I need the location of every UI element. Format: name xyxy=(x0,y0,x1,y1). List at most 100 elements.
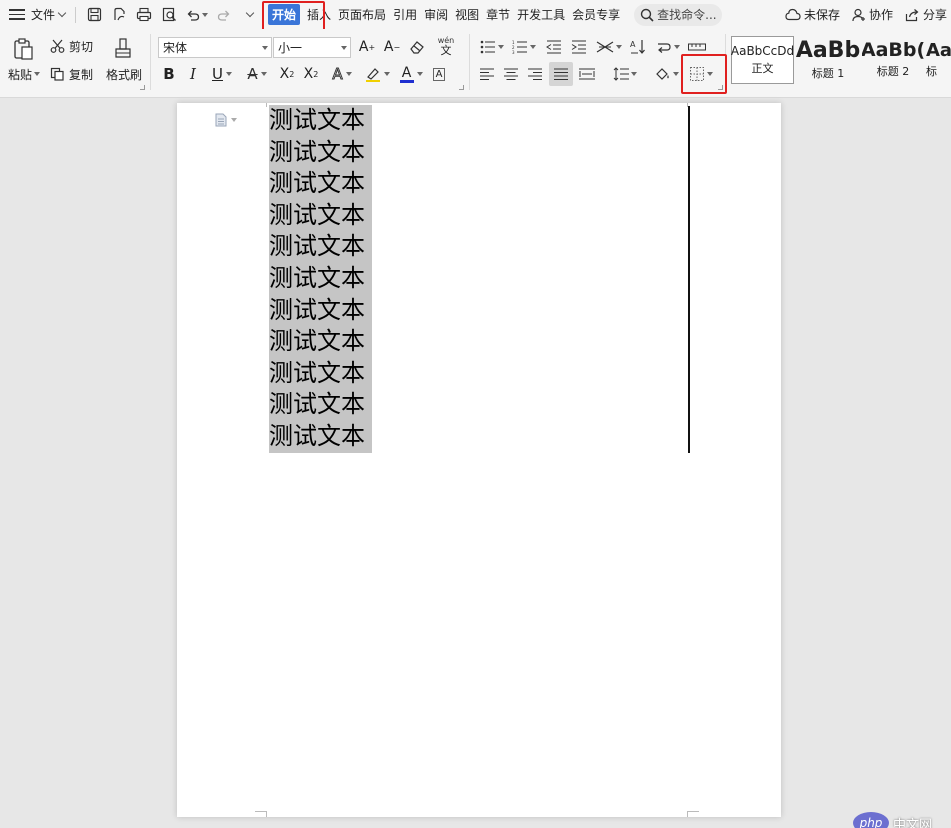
underline-button[interactable]: U xyxy=(208,64,236,84)
text-line[interactable]: 测试文本 xyxy=(269,389,372,421)
tab-review[interactable]: 审阅 xyxy=(424,6,448,23)
font-size-select[interactable]: 小一 xyxy=(273,37,351,58)
chevron-down-icon xyxy=(245,8,255,17)
selected-text-block[interactable]: 测试文本 测试文本 测试文本 测试文本 测试文本 测试文本 测试文本 测试文本 … xyxy=(269,105,372,453)
caret-down-icon xyxy=(262,46,268,50)
align-right-icon[interactable] xyxy=(526,64,544,84)
document-page[interactable]: 测试文本 测试文本 测试文本 测试文本 测试文本 测试文本 测试文本 测试文本 … xyxy=(177,103,781,817)
save-icon[interactable] xyxy=(84,5,104,25)
format-painter-icon[interactable] xyxy=(110,35,136,63)
caret-down-icon xyxy=(260,72,267,76)
caret-down-icon xyxy=(530,45,536,49)
bold-icon[interactable]: B xyxy=(160,64,178,84)
font-color-button[interactable]: A xyxy=(396,64,426,84)
paste-button[interactable]: 粘贴 xyxy=(5,66,43,82)
phonetic-guide-button[interactable]: wén 文 xyxy=(432,35,460,57)
show-paragraph-marks-button[interactable] xyxy=(654,37,682,57)
divider xyxy=(75,6,77,23)
superscript-icon[interactable]: X2 xyxy=(277,64,297,84)
font-name-select[interactable]: 宋体 xyxy=(158,37,272,58)
bullet-list-icon xyxy=(480,40,495,54)
menu-bar: 文件 开始 插入 页面布局 引用 审阅 视图 章节 开发工具 会员专享 查找命令… xyxy=(0,0,951,29)
caret-down-icon xyxy=(616,45,622,49)
tab-section[interactable]: 章节 xyxy=(486,6,510,23)
tab-view[interactable]: 视图 xyxy=(455,6,479,23)
text-line[interactable]: 测试文本 xyxy=(269,357,372,390)
caret-down-icon xyxy=(416,72,423,76)
paragraph-layout-button[interactable] xyxy=(215,113,237,127)
subscript-icon[interactable]: X2 xyxy=(301,64,321,84)
redo-icon[interactable] xyxy=(214,5,234,25)
scissors-icon xyxy=(50,39,65,53)
output-pdf-icon[interactable] xyxy=(109,5,129,25)
text-line[interactable]: 测试文本 xyxy=(269,199,372,232)
print-icon[interactable] xyxy=(134,5,154,25)
numbering-button[interactable]: 123 xyxy=(510,37,538,57)
style-heading-2[interactable]: AaBb( 标题 2 xyxy=(862,36,924,84)
text-line[interactable]: 测试文本 xyxy=(269,262,372,295)
caret-down-icon xyxy=(341,46,347,50)
caret-down-icon xyxy=(498,45,504,49)
watermark-text: 中文网 xyxy=(893,817,933,828)
text-line[interactable]: 测试文本 xyxy=(269,420,372,453)
paint-bucket-icon xyxy=(656,68,669,80)
text-line[interactable]: 测试文本 xyxy=(269,294,372,327)
bullets-button[interactable] xyxy=(478,37,506,57)
character-border-icon[interactable]: A xyxy=(430,64,448,84)
shading-button[interactable] xyxy=(653,64,681,84)
highlight-button[interactable] xyxy=(362,64,392,84)
search-command-label: 查找命令... xyxy=(657,8,717,22)
file-menu[interactable]: 文件 xyxy=(31,6,67,23)
clear-format-icon[interactable] xyxy=(407,37,427,57)
cut-button[interactable]: 剪切 xyxy=(50,38,98,54)
align-center-icon[interactable] xyxy=(502,64,520,84)
decrease-indent-icon[interactable] xyxy=(544,37,564,57)
tab-membership[interactable]: 会员专享 xyxy=(572,6,620,23)
format-painter-label: 格式刷 xyxy=(105,67,142,82)
print-preview-icon[interactable] xyxy=(159,5,179,25)
grow-font-icon[interactable]: A + xyxy=(357,37,377,57)
strikethrough-icon: A xyxy=(247,65,258,83)
format-painter-button[interactable]: 格式刷 xyxy=(104,66,144,82)
style-heading-1[interactable]: AaBb 标题 1 xyxy=(796,36,860,84)
search-command-box[interactable]: 查找命令... xyxy=(634,3,723,26)
search-icon xyxy=(640,8,654,22)
text-line[interactable]: 测试文本 xyxy=(269,105,372,137)
paste-icon[interactable] xyxy=(10,35,36,63)
sort-icon[interactable]: A xyxy=(628,37,648,57)
align-left-icon[interactable] xyxy=(478,64,496,84)
undo-button[interactable] xyxy=(184,5,210,25)
style-heading-3[interactable]: Aa 标 xyxy=(926,36,951,84)
font-dialog-launcher[interactable] xyxy=(459,85,464,90)
text-effect-button[interactable]: A xyxy=(327,64,357,84)
text-line[interactable]: 测试文本 xyxy=(269,136,372,169)
caret-down-icon xyxy=(345,72,352,76)
clipboard-dialog-launcher[interactable] xyxy=(140,85,145,90)
unsaved-status[interactable]: 未保存 xyxy=(785,6,840,23)
tab-developer[interactable]: 开发工具 xyxy=(517,6,565,23)
customize-toolbar-icon[interactable] xyxy=(240,5,260,25)
chinese-layout-button[interactable] xyxy=(594,37,624,57)
strikethrough-button[interactable]: A xyxy=(242,64,272,84)
shrink-font-icon[interactable]: A − xyxy=(382,37,402,57)
style-normal[interactable]: AaBbCcDd 正文 xyxy=(731,36,794,84)
justify-icon[interactable] xyxy=(549,62,573,86)
italic-icon[interactable]: I xyxy=(184,64,202,84)
text-line[interactable]: 测试文本 xyxy=(269,326,372,358)
tab-references[interactable]: 引用 xyxy=(393,6,417,23)
menu-icon[interactable] xyxy=(9,9,25,20)
collaborate-button[interactable]: 协作 xyxy=(852,6,893,23)
share-button[interactable]: 分享 xyxy=(905,6,947,23)
svg-text:A: A xyxy=(630,40,636,49)
line-spacing-button[interactable] xyxy=(611,64,639,84)
increase-indent-icon[interactable] xyxy=(569,37,589,57)
text-line[interactable]: 测试文本 xyxy=(269,168,372,200)
distributed-align-icon[interactable] xyxy=(577,64,597,84)
paste-label: 粘贴 xyxy=(7,67,32,82)
copy-icon xyxy=(50,67,64,81)
php-logo: php xyxy=(853,812,889,828)
caret-down-icon xyxy=(673,72,679,76)
copy-button[interactable]: 复制 xyxy=(50,66,98,82)
tab-page-layout[interactable]: 页面布局 xyxy=(338,6,386,23)
text-line[interactable]: 测试文本 xyxy=(269,231,372,263)
